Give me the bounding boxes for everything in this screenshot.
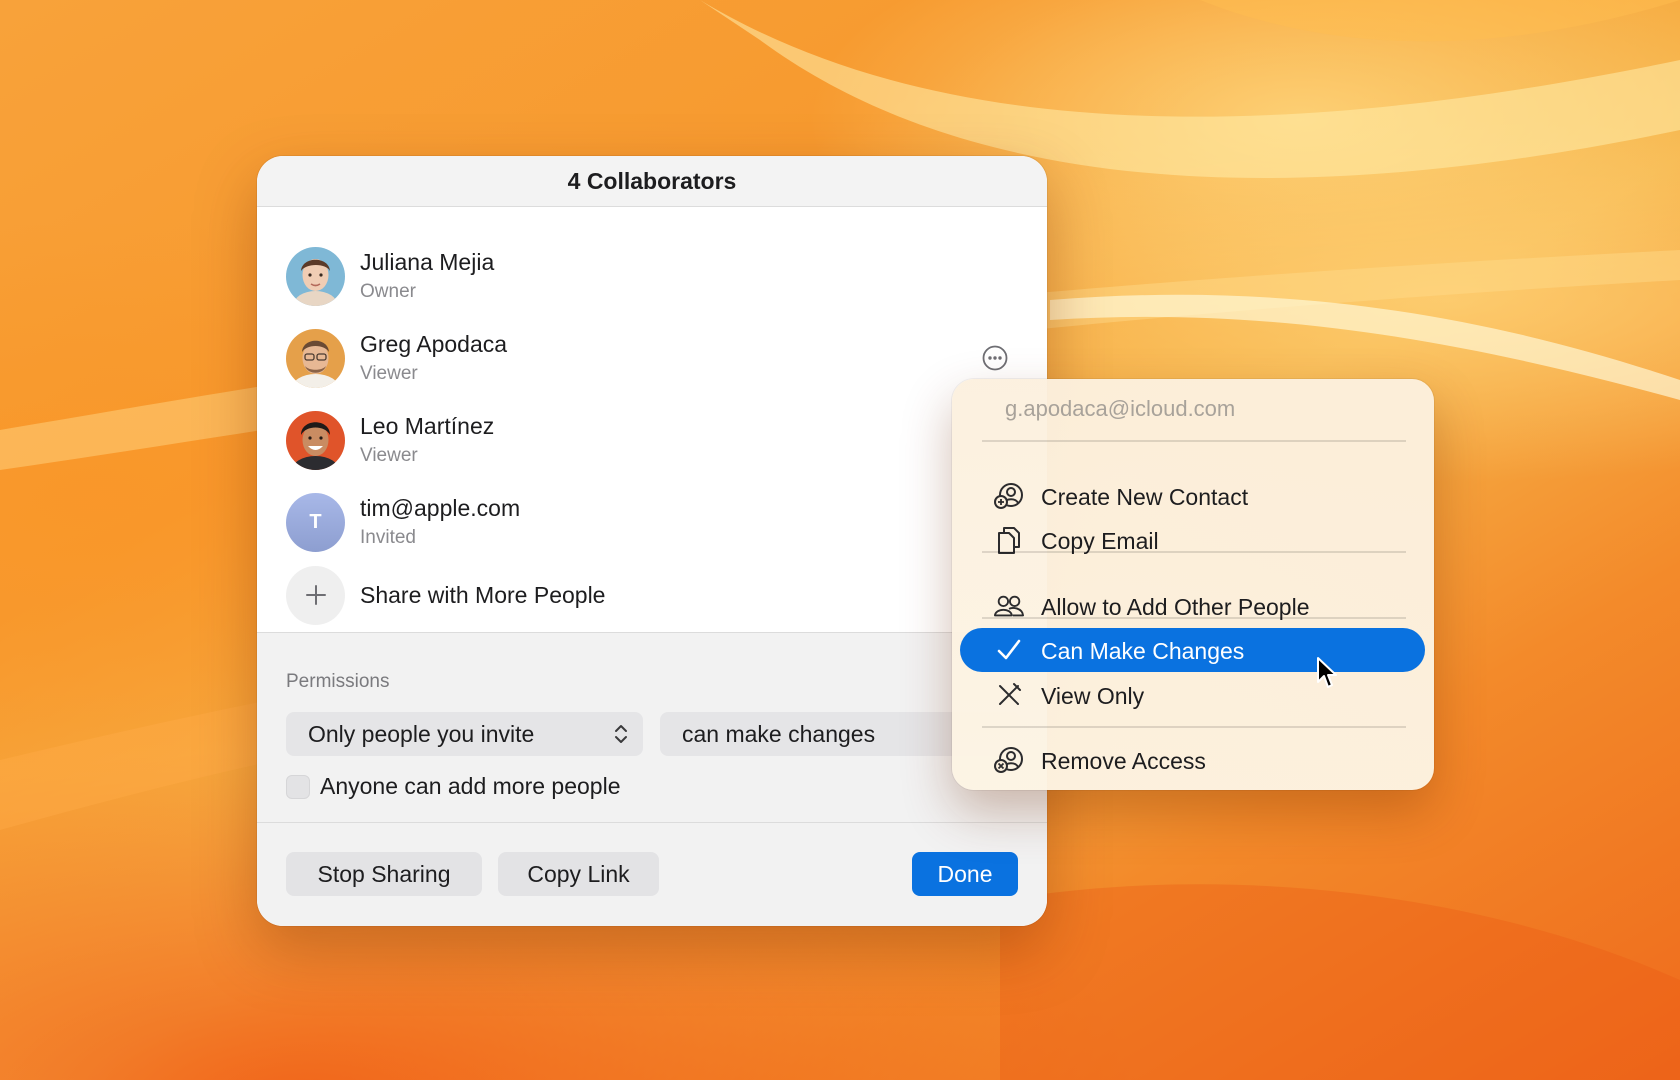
collaborator-context-menu: g.apodaca@icloud.com Create New Contact …: [952, 379, 1434, 790]
avatar-initial: T: [309, 510, 322, 533]
avatar: [286, 328, 345, 388]
menu-item-label: Remove Access: [1041, 748, 1206, 774]
person-remove-icon: [994, 746, 1024, 774]
collaborator-role: Viewer: [360, 363, 418, 384]
menu-separator: [982, 551, 1406, 553]
anyone-can-add-row[interactable]: Anyone can add more people: [286, 773, 621, 800]
collaborator-list: Juliana Mejia Owner Greg Apodaca Viewer …: [257, 207, 1047, 631]
people-icon: [994, 592, 1024, 620]
menu-item-view-only[interactable]: View Only: [960, 673, 1425, 717]
collaborator-name: Leo Martínez: [360, 413, 495, 439]
share-with-more-people-button[interactable]: Share with More People: [257, 559, 1047, 631]
mouse-pointer-icon: [1317, 657, 1337, 688]
pencil-slash-icon: [994, 681, 1024, 709]
menu-item-copy-email[interactable]: Copy Email: [960, 518, 1425, 562]
permission-level-value: can make changes: [682, 720, 876, 747]
collaborator-name: tim@apple.com: [360, 495, 521, 521]
collaborator-row[interactable]: Leo Martínez Viewer: [257, 399, 1047, 481]
collaborator-row[interactable]: Greg Apodaca Viewer: [257, 317, 1047, 399]
who-can-access-select[interactable]: Only people you invite: [286, 712, 643, 756]
copy-link-button[interactable]: Copy Link: [498, 852, 659, 896]
collaborator-role: Owner: [360, 281, 416, 302]
dialog-footer: Stop Sharing Copy Link Done: [257, 822, 1047, 926]
menu-item-label: Create New Contact: [1041, 484, 1249, 510]
person-add-icon: [994, 482, 1024, 510]
menu-separator: [982, 726, 1406, 728]
permissions-section: Permissions Only people you invite can m…: [257, 632, 1047, 822]
done-button[interactable]: Done: [912, 852, 1018, 896]
menu-email: g.apodaca@icloud.com: [1005, 396, 1236, 421]
copy-icon: [994, 526, 1024, 554]
plus-icon: [286, 565, 345, 625]
share-dialog: 4 Collaborators Juliana Mejia Owner Greg…: [257, 156, 1047, 926]
anyone-can-add-label: Anyone can add more people: [320, 773, 621, 799]
permissions-title: Permissions: [286, 671, 390, 692]
collaborator-row[interactable]: Juliana Mejia Owner: [257, 235, 1047, 317]
avatar: [286, 246, 345, 306]
menu-item-label: View Only: [1041, 683, 1145, 709]
more-options-icon[interactable]: [981, 344, 1009, 372]
avatar: [286, 410, 345, 470]
menu-item-create-new-contact[interactable]: Create New Contact: [960, 474, 1425, 518]
dialog-title: 4 Collaborators: [567, 167, 737, 194]
dialog-header: 4 Collaborators: [257, 156, 1047, 207]
share-with-more-people-label: Share with More People: [360, 581, 606, 608]
anyone-can-add-checkbox[interactable]: [286, 774, 310, 799]
who-can-access-value: Only people you invite: [308, 720, 535, 747]
collaborator-name: Greg Apodaca: [360, 331, 508, 357]
collaborator-name: Juliana Mejia: [360, 249, 495, 275]
collaborator-row[interactable]: T tim@apple.com Invited: [257, 481, 1047, 563]
menu-item-can-make-changes[interactable]: Can Make Changes: [960, 628, 1425, 672]
menu-separator: [982, 617, 1406, 619]
chevron-up-down-icon: [613, 723, 629, 751]
avatar: T: [286, 492, 345, 552]
collaborator-role: Invited: [360, 527, 416, 548]
checkmark-icon: [994, 636, 1024, 664]
menu-item-label: Can Make Changes: [1041, 638, 1245, 664]
stop-sharing-button[interactable]: Stop Sharing: [286, 852, 482, 896]
menu-item-remove-access[interactable]: Remove Access: [960, 738, 1425, 782]
menu-separator: [982, 440, 1406, 442]
collaborator-role: Viewer: [360, 445, 418, 466]
menu-item-allow-to-add-other-people[interactable]: Allow to Add Other People: [960, 584, 1425, 628]
